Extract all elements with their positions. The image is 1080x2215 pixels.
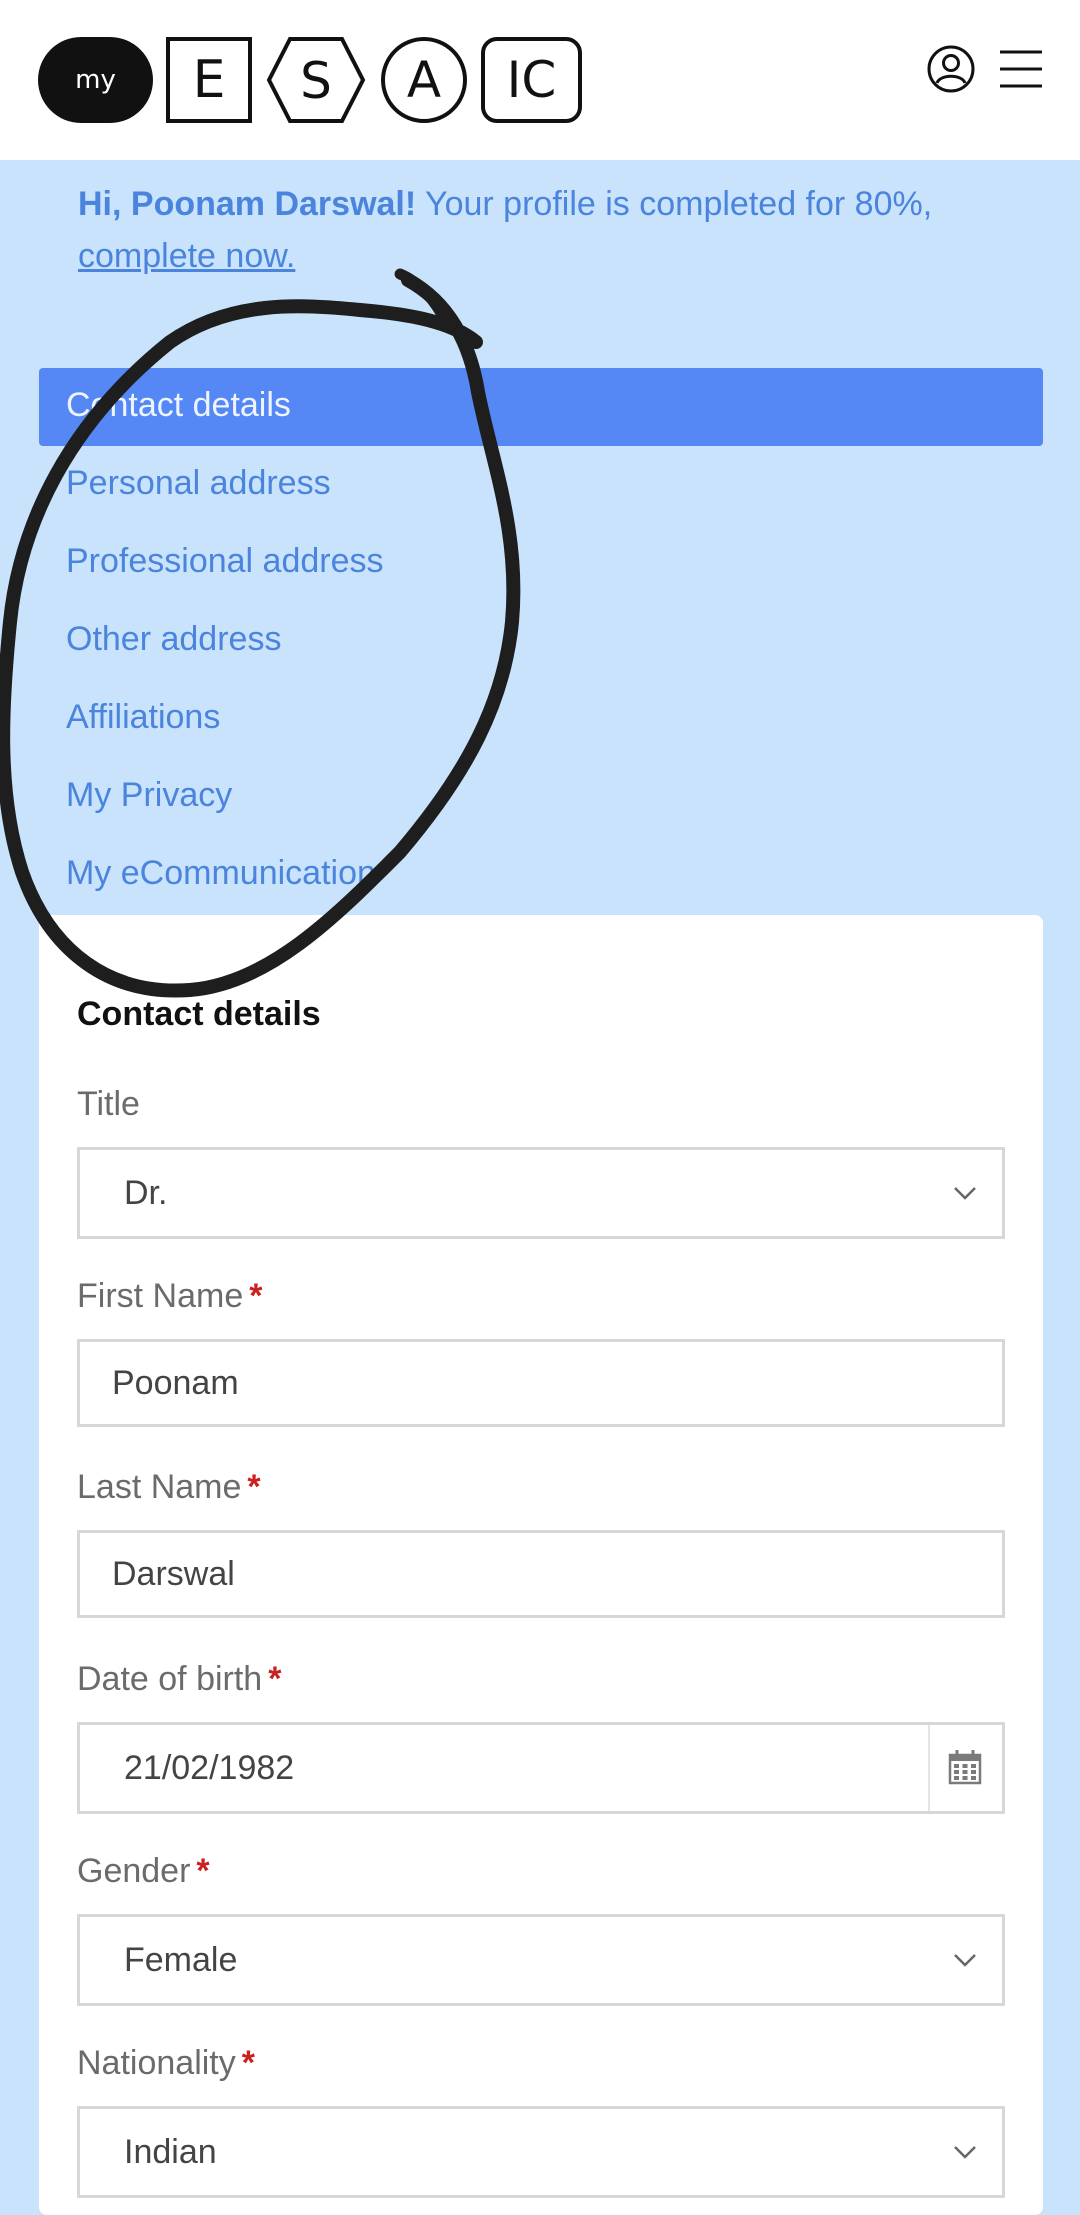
chevron-down-icon bbox=[954, 1954, 976, 1967]
logo-ic: IC bbox=[481, 37, 582, 123]
required-marker: * bbox=[249, 1277, 263, 1315]
logo-s: S bbox=[266, 37, 366, 123]
profile-completion-message: Hi, Poonam Darswal! Your profile is comp… bbox=[78, 178, 1038, 282]
required-marker: * bbox=[196, 1852, 210, 1890]
dob-label: Date of birth * bbox=[77, 1660, 282, 1698]
first-name-label: First Name * bbox=[77, 1277, 263, 1315]
nav-item-contact-details[interactable]: Contact details bbox=[39, 368, 1043, 446]
user-circle-icon[interactable] bbox=[926, 44, 976, 94]
last-name-label: Last Name * bbox=[77, 1468, 261, 1506]
svg-text:S: S bbox=[300, 52, 332, 110]
required-marker: * bbox=[268, 1660, 282, 1698]
first-name-value: Poonam bbox=[112, 1364, 239, 1402]
dob-input[interactable]: 21/02/1982 bbox=[77, 1722, 1005, 1814]
required-marker: * bbox=[247, 1468, 261, 1506]
gender-select[interactable]: Female bbox=[77, 1914, 1005, 2006]
last-name-input[interactable]: Darswal bbox=[77, 1530, 1005, 1618]
nationality-value: Indian bbox=[124, 2133, 217, 2171]
title-select[interactable]: Dr. bbox=[77, 1147, 1005, 1239]
dob-value: 21/02/1982 bbox=[124, 1749, 295, 1787]
logo-a: A bbox=[381, 37, 467, 123]
calendar-icon bbox=[948, 1750, 982, 1785]
calendar-button[interactable] bbox=[928, 1725, 1002, 1811]
gender-value: Female bbox=[124, 1941, 238, 1979]
greeting-text: Your profile is completed for 80%, bbox=[416, 185, 933, 223]
nav-item-my-privacy[interactable]: My Privacy bbox=[39, 758, 1043, 836]
nav-item-professional-address[interactable]: Professional address bbox=[39, 524, 1043, 602]
nav-item-other-address[interactable]: Other address bbox=[39, 602, 1043, 680]
last-name-value: Darswal bbox=[112, 1555, 235, 1593]
first-name-input[interactable]: Poonam bbox=[77, 1339, 1005, 1427]
nav-item-personal-address[interactable]: Personal address bbox=[39, 446, 1043, 524]
greeting-name: Hi, Poonam Darswal! bbox=[78, 185, 417, 223]
logo-e: E bbox=[166, 37, 252, 123]
nav-item-affiliations[interactable]: Affiliations bbox=[39, 680, 1043, 758]
nationality-label: Nationality * bbox=[77, 2044, 255, 2082]
required-marker: * bbox=[241, 2044, 255, 2082]
app-header: my E S A IC bbox=[0, 0, 1080, 160]
hamburger-menu-icon[interactable] bbox=[998, 48, 1044, 90]
contact-details-form: Contact details Title Dr. First Name * Po… bbox=[39, 915, 1043, 2215]
profile-section-nav: Contact details Personal address Profess… bbox=[39, 368, 1043, 914]
gender-label: Gender * bbox=[77, 1852, 210, 1890]
nav-item-my-ecommunication[interactable]: My eCommunication bbox=[39, 836, 1043, 914]
chevron-down-icon bbox=[954, 2146, 976, 2159]
nationality-select[interactable]: Indian bbox=[77, 2106, 1005, 2198]
logo-my[interactable]: my bbox=[38, 37, 153, 123]
title-label: Title bbox=[77, 1085, 140, 1123]
title-value: Dr. bbox=[124, 1174, 168, 1212]
form-title: Contact details bbox=[77, 995, 321, 1033]
complete-now-link[interactable]: complete now. bbox=[78, 237, 295, 275]
chevron-down-icon bbox=[954, 1187, 976, 1200]
